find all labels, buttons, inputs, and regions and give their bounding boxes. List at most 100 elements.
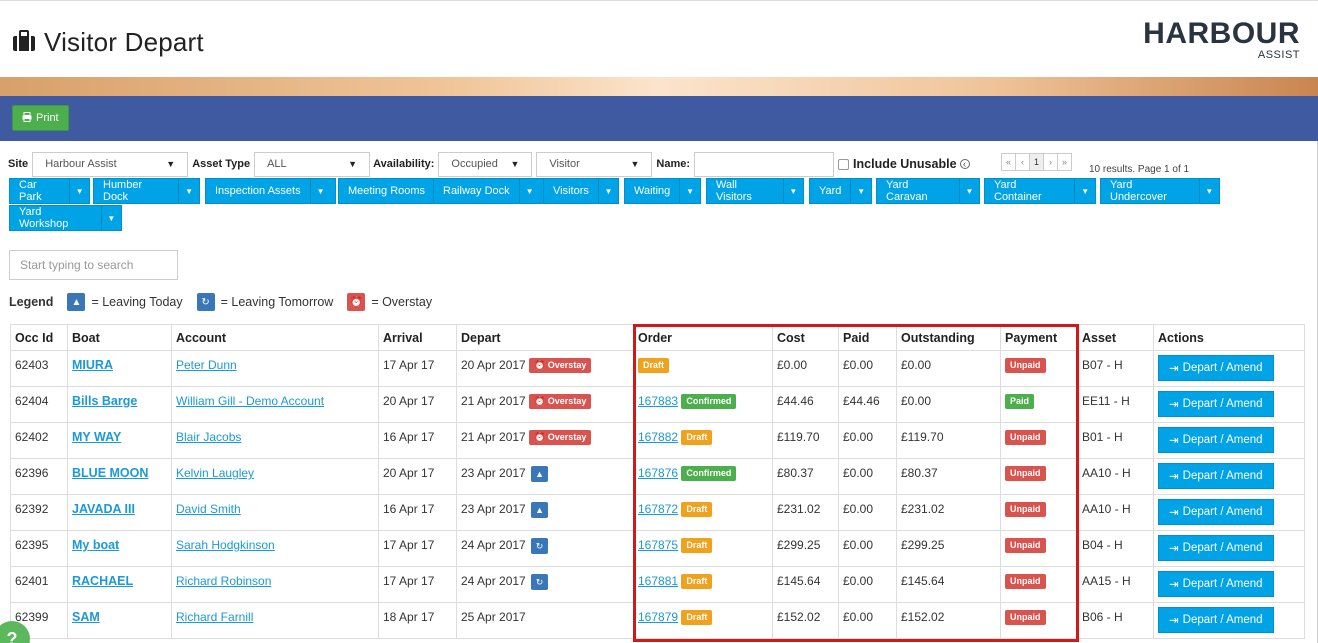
category-waiting[interactable]: Waiting ▼ [624,178,701,204]
col-asset[interactable]: Asset [1077,324,1154,351]
depart-amend-button[interactable]: ⇥ Depart / Amend [1158,427,1274,453]
caret-down-icon[interactable]: ▼ [958,179,979,203]
category-humber-dock[interactable]: Humber Dock ▼ [93,178,200,204]
visitor-type-select[interactable]: Visitor ▼ [536,151,653,177]
category-yard[interactable]: Yard ▼ [809,178,872,204]
account-link[interactable]: William Gill - Demo Account [176,394,324,408]
caret-down-icon[interactable]: ▼ [1198,179,1219,203]
category-yard-undercover[interactable]: Yard Undercover ▼ [1100,178,1220,204]
account-link[interactable]: David Smith [176,502,241,516]
col-occ-id[interactable]: Occ Id [10,324,68,351]
boat-link[interactable]: SAM [72,610,100,624]
paid: £0.00 [838,458,897,495]
depart-amend-button[interactable]: ⇥ Depart / Amend [1158,607,1274,633]
category-yard-container[interactable]: Yard Container ▼ [984,178,1096,204]
caret-down-icon[interactable]: ▼ [597,179,618,203]
col-paid[interactable]: Paid [838,324,897,351]
caret-down-icon[interactable]: ▼ [850,179,871,203]
depart-amend-button[interactable]: ⇥ Depart / Amend [1158,391,1274,417]
prev-page-button[interactable]: ‹ [1015,153,1030,171]
category-yard-caravan[interactable]: Yard Caravan ▼ [876,178,980,204]
boat-link[interactable]: JAVADA III [72,502,135,516]
depart-amend-button[interactable]: ⇥ Depart / Amend [1158,355,1274,381]
print-button[interactable]: Print [12,105,69,131]
depart-cell: 24 Apr 2017 ↻ [456,566,634,603]
caret-down-icon[interactable]: ▼ [178,179,199,203]
category-meeting-rooms[interactable]: Meeting Rooms [338,178,437,204]
include-unusable-checkbox[interactable] [838,158,850,170]
page-1-button[interactable]: 1 [1029,153,1044,171]
depart-date: 24 Apr 2017 [461,574,526,589]
order-link[interactable]: 167881 [638,574,678,588]
category-railway-dock[interactable]: Railway Dock ▼ [433,178,547,204]
boat-link[interactable]: BLUE MOON [72,466,148,480]
category-label: Visitors [553,185,589,197]
depart-date: 23 Apr 2017 [461,466,526,481]
payment-cell: Unpaid [1000,458,1078,495]
caret-down-icon[interactable]: ▼ [1074,179,1095,203]
category-car-park[interactable]: Car Park ▼ [9,178,90,204]
depart-date: 21 Apr 2017 [461,430,526,444]
legend-leaving-today: = Leaving Today [91,295,183,309]
col-account[interactable]: Account [171,324,379,351]
caret-down-icon[interactable]: ▼ [309,179,331,203]
order-status-badge: Draft [638,358,670,374]
availability-select[interactable]: Occupied ▼ [438,151,533,177]
category-inspection-assets[interactable]: Inspection Assets ▼ [205,178,336,204]
account-link[interactable]: Richard Farnill [176,610,253,624]
col-cost[interactable]: Cost [772,324,839,351]
name-input[interactable] [694,151,835,177]
col-boat[interactable]: Boat [67,324,172,351]
caret-down-icon[interactable]: ▼ [69,179,89,203]
last-page-button[interactable]: » [1057,153,1072,171]
depart-date: 20 Apr 2017 [461,358,526,372]
order-status-badge: Draft [681,574,713,590]
col-order[interactable]: Order [633,324,773,351]
legend-overstay: = Overstay [371,295,433,309]
info-icon[interactable]: ‹ [959,159,970,170]
account-link[interactable]: Blair Jacobs [176,430,241,444]
outstanding: £145.64 [896,566,1001,603]
order-cell: 167879 Draft [633,602,773,639]
table-row: 62392 JAVADA III David Smith 16 Apr 17 23 Ap… [10,494,1305,531]
site-select[interactable]: Harbour Assist ▼ [32,151,189,177]
depart-amend-button[interactable]: ⇥ Depart / Amend [1158,571,1274,597]
caret-down-icon[interactable]: ▼ [518,179,540,203]
cost: £44.46 [772,386,839,423]
order-link[interactable]: 167876 [638,466,678,480]
actions-cell: ⇥ Depart / Amend [1153,386,1305,423]
depart-amend-button[interactable]: ⇥ Depart / Amend [1158,499,1274,525]
col-outstanding[interactable]: Outstanding [896,324,1001,351]
overstay-label: Overstay [547,360,587,371]
category-yard-workshop[interactable]: Yard Workshop ▼ [9,205,122,231]
boat-link[interactable]: MIURA [72,358,113,372]
order-link[interactable]: 167882 [638,430,678,444]
boat-link[interactable]: RACHAEL [72,574,133,588]
col-arrival[interactable]: Arrival [378,324,457,351]
boat-link[interactable]: My boat [72,538,119,552]
depart-amend-button[interactable]: ⇥ Depart / Amend [1158,463,1274,489]
caret-down-icon[interactable]: ▼ [679,179,700,203]
boat-link[interactable]: Bills Barge [72,394,137,408]
caret-down-icon[interactable]: ▼ [100,206,121,230]
account-link[interactable]: Kelvin Laugley [176,466,254,480]
account-link[interactable]: Sarah Hodgkinson [176,538,275,552]
account-link[interactable]: Richard Robinson [176,574,271,588]
category-wall-visitors[interactable]: Wall Visitors ▼ [706,178,804,204]
col-depart[interactable]: Depart [456,324,634,351]
boat-link[interactable]: MY WAY [72,430,121,444]
next-page-button[interactable]: › [1043,153,1058,171]
first-page-button[interactable]: « [1001,153,1016,171]
order-link[interactable]: 167883 [638,394,678,408]
col-payment[interactable]: Payment [1000,324,1078,351]
site-label: Site [8,158,29,170]
account-link[interactable]: Peter Dunn [176,358,237,372]
order-link[interactable]: 167875 [638,538,678,552]
search-input[interactable]: Start typing to search [9,250,178,280]
category-visitors[interactable]: Visitors ▼ [543,178,619,204]
depart-amend-button[interactable]: ⇥ Depart / Amend [1158,535,1274,561]
caret-down-icon[interactable]: ▼ [782,179,803,203]
asset-type-select[interactable]: ALL ▼ [254,151,371,177]
order-link[interactable]: 167872 [638,502,678,516]
order-link[interactable]: 167879 [638,610,678,624]
